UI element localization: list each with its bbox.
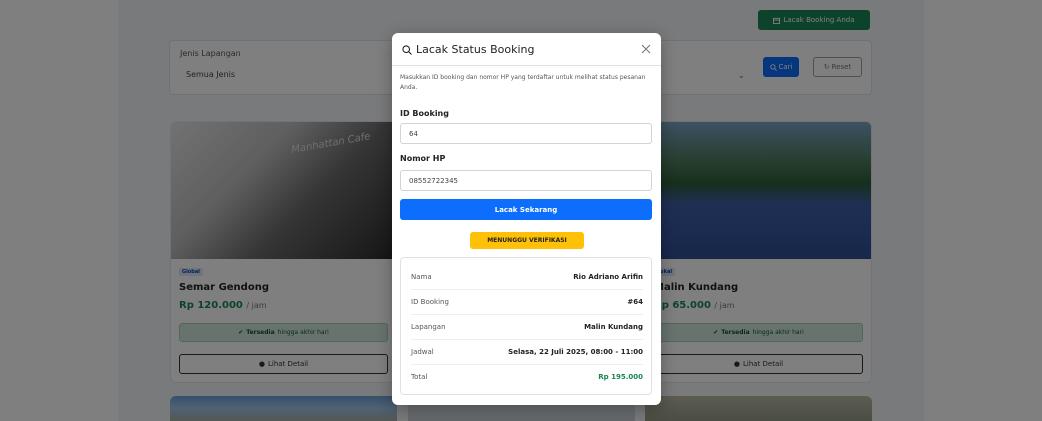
phone-label: Nomor HP bbox=[400, 154, 446, 163]
result-value: Selasa, 22 Juli 2025, 08:00 - 11:00 bbox=[508, 348, 643, 356]
result-row-name: Nama Rio Adriano Arifin bbox=[411, 266, 643, 288]
booking-result-panel: Nama Rio Adriano Arifin ID Booking #64 L… bbox=[400, 257, 652, 395]
result-key: Nama bbox=[411, 273, 432, 281]
result-row-schedule: Jadwal Selasa, 22 Juli 2025, 08:00 - 11:… bbox=[411, 341, 643, 363]
result-divider bbox=[411, 314, 643, 315]
result-key: ID Booking bbox=[411, 298, 449, 306]
result-key: Lapangan bbox=[411, 323, 446, 331]
booking-id-input[interactable] bbox=[400, 123, 652, 144]
result-row-total: Total Rp 195.000 bbox=[411, 366, 643, 388]
close-icon bbox=[641, 44, 651, 54]
result-divider bbox=[411, 289, 643, 290]
modal-description: Masukkan ID booking dan nomor HP yang te… bbox=[400, 74, 646, 91]
result-divider bbox=[411, 339, 643, 340]
result-total-value: Rp 195.000 bbox=[598, 373, 643, 381]
result-row-booking-id: ID Booking #64 bbox=[411, 291, 643, 313]
track-booking-modal: Lacak Status Booking Masukkan ID booking… bbox=[392, 33, 661, 405]
track-now-button[interactable]: Lacak Sekarang bbox=[400, 199, 652, 220]
close-button[interactable] bbox=[639, 41, 653, 55]
phone-input[interactable] bbox=[400, 170, 652, 191]
search-icon bbox=[402, 44, 412, 55]
result-row-field: Lapangan Malin Kundang bbox=[411, 316, 643, 338]
booking-id-label: ID Booking bbox=[400, 109, 449, 118]
result-value: Malin Kundang bbox=[584, 323, 643, 331]
modal-divider bbox=[392, 65, 661, 66]
result-value: Rio Adriano Arifin bbox=[573, 273, 643, 281]
result-key: Total bbox=[411, 373, 428, 381]
status-badge: MENUNGGU VERIFIKASI bbox=[470, 232, 584, 249]
modal-title-text: Lacak Status Booking bbox=[416, 43, 535, 56]
modal-title: Lacak Status Booking bbox=[402, 43, 534, 56]
result-divider bbox=[411, 364, 643, 365]
result-key: Jadwal bbox=[411, 348, 434, 356]
result-value: #64 bbox=[627, 298, 643, 306]
